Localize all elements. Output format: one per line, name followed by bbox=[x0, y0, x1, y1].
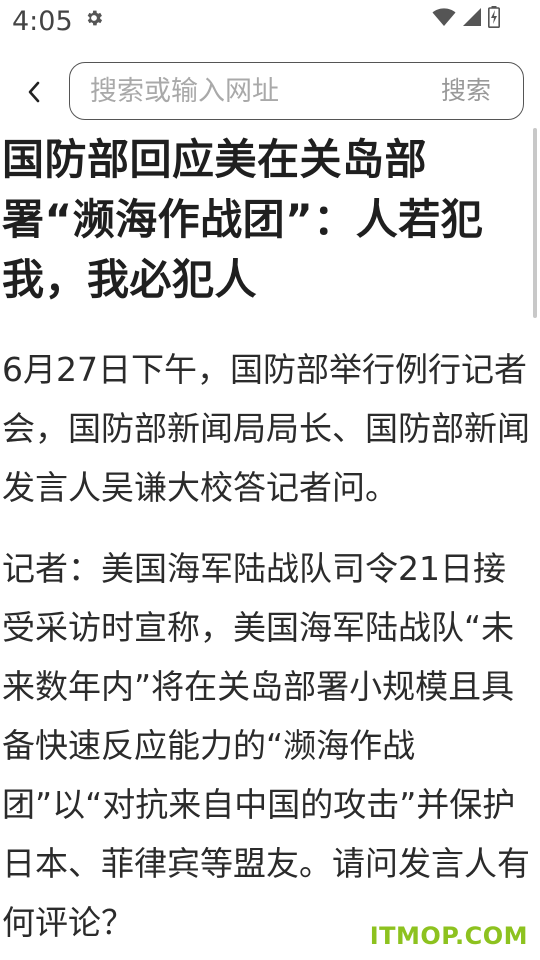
back-button[interactable] bbox=[16, 74, 52, 110]
status-time: 4:05 bbox=[12, 6, 73, 37]
search-button[interactable]: 搜索 bbox=[441, 63, 491, 119]
watermark: ITMOP.COM bbox=[369, 922, 528, 950]
signal-icon bbox=[463, 8, 481, 26]
gear-icon bbox=[87, 10, 103, 26]
chevron-left-icon bbox=[28, 81, 40, 103]
wifi-icon bbox=[432, 8, 456, 26]
status-icons bbox=[432, 6, 500, 28]
status-bar: 4:05 bbox=[0, 0, 540, 44]
address-bar: 搜索 bbox=[0, 62, 540, 122]
article-paragraph: 6月27日下午，国防部举行例行记者会，国防部新闻局局长、国防部新闻发言人吴谦大校… bbox=[2, 350, 530, 507]
scrollbar[interactable] bbox=[533, 128, 537, 318]
battery-charging-icon bbox=[488, 6, 500, 28]
article-paragraph: 记者：美国海军陆战队司令21日接受采访时宣称，美国海军陆战队“未来数年内”将在关… bbox=[2, 549, 530, 942]
article: 国防部回应美在关岛部署“濒海作战团”：人若犯我，我必犯人 6月27日下午，国防部… bbox=[0, 130, 540, 952]
search-box: 搜索 bbox=[69, 62, 524, 120]
article-title: 国防部回应美在关岛部署“濒海作战团”：人若犯我，我必犯人 bbox=[2, 135, 484, 304]
search-input[interactable] bbox=[90, 63, 410, 119]
